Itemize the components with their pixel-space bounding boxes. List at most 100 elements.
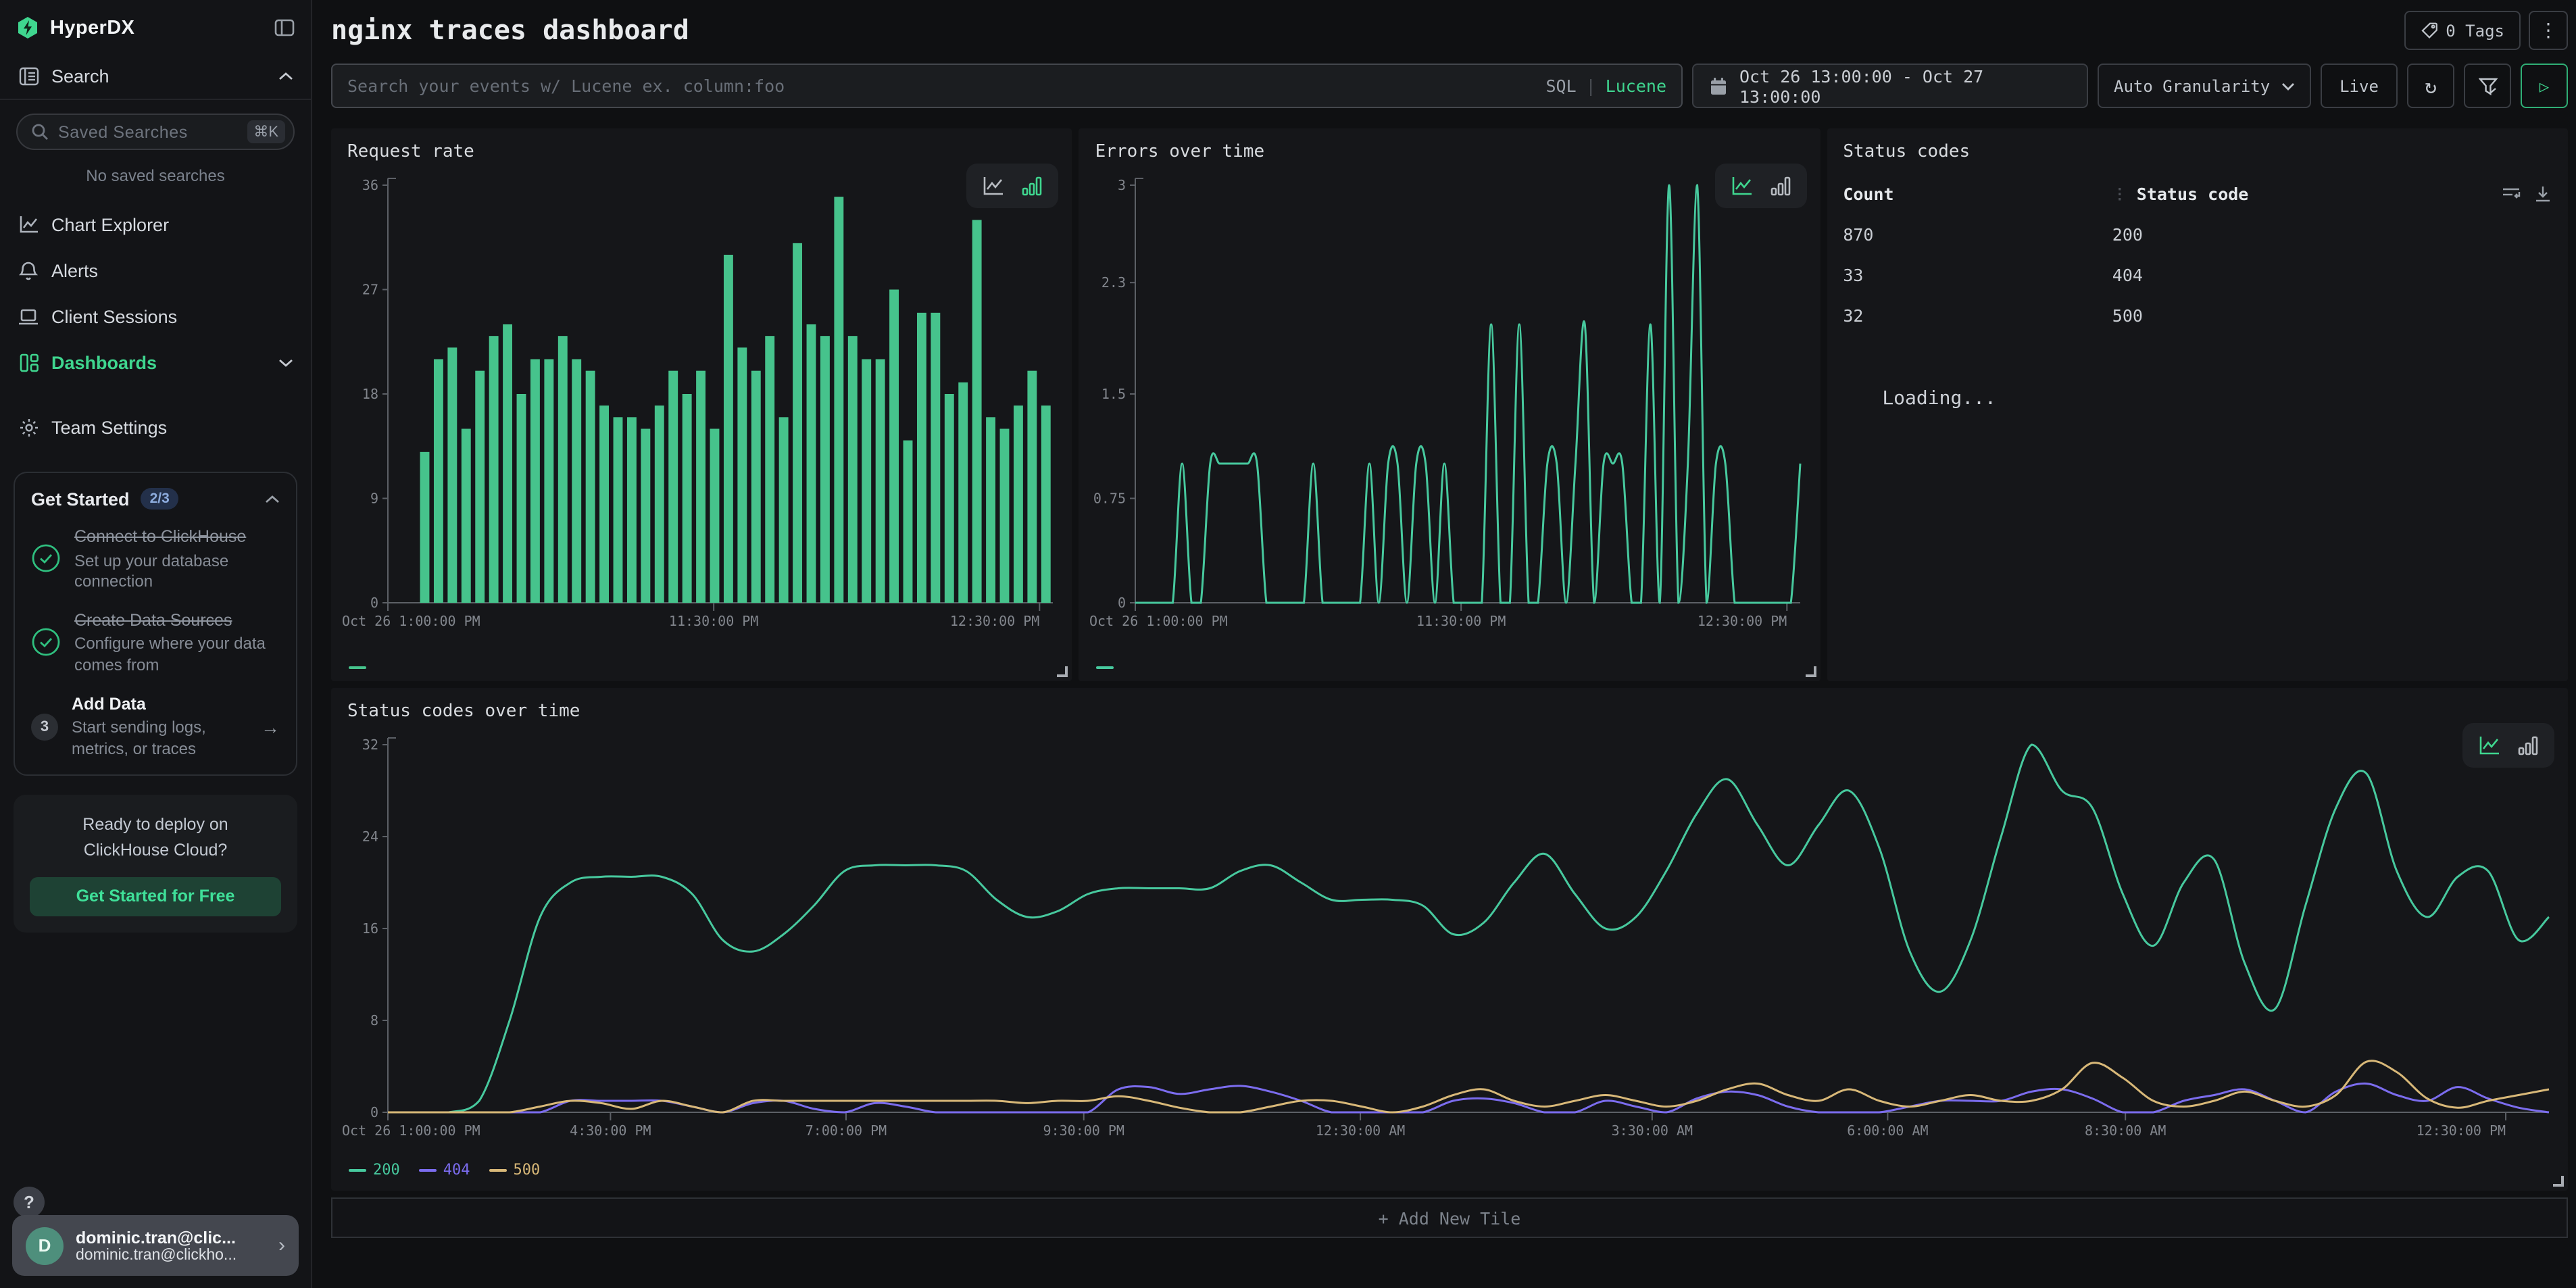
chart-legend (349, 666, 366, 669)
user-menu[interactable]: D dominic.tran@clic... dominic.tran@clic… (12, 1215, 299, 1276)
sidebar-item-team-settings[interactable]: Team Settings (0, 404, 311, 450)
get-started-step-1[interactable]: Connect to ClickHouse Set up your databa… (31, 527, 280, 593)
legend-swatch (1097, 666, 1114, 669)
refresh-button[interactable]: ↻ (2407, 64, 2454, 108)
sidebar: HyperDX Search Saved Searches ⌘K No (0, 0, 312, 1288)
svg-text:6:00:00 AM: 6:00:00 AM (1847, 1122, 1928, 1139)
sidebar-item-label: Dashboards (51, 352, 266, 372)
saved-searches-wrap: Saved Searches ⌘K (0, 100, 311, 153)
download-csv-icon[interactable] (2534, 185, 2552, 203)
step-number-badge: 3 (31, 714, 58, 741)
sidebar-item-chart-explorer[interactable]: Chart Explorer (0, 201, 311, 247)
saved-searches-input[interactable]: Saved Searches ⌘K (16, 114, 295, 150)
get-started-header[interactable]: Get Started 2/3 (31, 488, 280, 510)
help-button[interactable]: ? (14, 1187, 45, 1218)
status-codes-over-time-chart[interactable]: 08162432Oct 26 1:00:00 PM4:30:00 PM7:00:… (339, 731, 2557, 1142)
legend-item[interactable]: 500 (489, 1161, 541, 1179)
errors-over-time-chart[interactable]: 00.751.52.33Oct 26 1:00:00 PM11:30:00 PM… (1087, 172, 1810, 633)
collapse-sidebar-icon[interactable] (274, 19, 295, 36)
sidebar-item-client-sessions[interactable]: Client Sessions (0, 293, 311, 339)
step-desc: Start sending logs, metrics, or traces (72, 718, 247, 760)
svg-text:8: 8 (370, 1012, 378, 1029)
tile-title: Errors over time (1095, 142, 1804, 162)
step-desc: Set up your database connection (74, 551, 280, 593)
tags-button[interactable]: 0 Tags (2404, 11, 2521, 50)
column-drag-handle-icon[interactable]: ⋮ (2112, 185, 2126, 203)
chevron-up-icon (278, 71, 293, 80)
sidebar-item-label: Client Sessions (51, 306, 293, 326)
legend-item[interactable]: 404 (419, 1161, 470, 1179)
get-started-step-3[interactable]: 3 Add Data Start sending logs, metrics, … (31, 694, 280, 760)
chart-legend (1097, 666, 1114, 669)
bar-view-icon[interactable] (1022, 176, 1043, 196)
svg-text:12:30:00 PM: 12:30:00 PM (1698, 613, 1787, 629)
svg-text:9:30:00 PM: 9:30:00 PM (1043, 1122, 1124, 1139)
run-query-button[interactable]: ▷ (2521, 64, 2568, 108)
line-view-icon[interactable] (983, 176, 1005, 196)
event-search-input[interactable]: Search your events w/ Lucene ex. column:… (331, 64, 1683, 108)
sidebar-item-label: Chart Explorer (51, 214, 293, 234)
step-title: Create Data Sources (74, 611, 280, 632)
no-saved-searches-text: No saved searches (0, 153, 311, 201)
bar-view-icon[interactable] (2518, 735, 2538, 756)
svg-text:2.3: 2.3 (1102, 274, 1126, 291)
app-root: HyperDX Search Saved Searches ⌘K No (0, 0, 2576, 1288)
legend-item[interactable] (349, 666, 366, 669)
more-options-button[interactable]: ⋮ (2529, 11, 2568, 50)
wrap-rows-icon[interactable] (2502, 185, 2521, 203)
granularity-select[interactable]: Auto Granularity (2098, 64, 2311, 108)
line-view-icon[interactable] (2479, 735, 2500, 756)
sidebar-item-search[interactable]: Search (0, 53, 311, 100)
main-content: nginx traces dashboard 0 Tags ⋮ Search y… (312, 0, 2576, 1288)
sidebar-item-alerts[interactable]: Alerts (0, 247, 311, 293)
sidebar-item-dashboards[interactable]: Dashboards (0, 339, 311, 385)
get-started-title: Get Started (31, 489, 130, 509)
table-row[interactable]: 32 500 (1843, 305, 2552, 326)
table-row[interactable]: 33 404 (1843, 265, 2552, 285)
check-circle-icon (31, 626, 61, 660)
resize-handle[interactable] (2553, 1176, 2564, 1187)
chevron-right-icon: › (278, 1234, 285, 1257)
bar-view-icon[interactable] (1770, 176, 1790, 196)
tile-status-codes: Status codes Count ⋮ Status code (1827, 128, 2568, 681)
chevron-up-icon (265, 494, 280, 503)
svg-text:18: 18 (362, 386, 378, 402)
hyperdx-logo-icon (16, 16, 39, 39)
column-header-count[interactable]: Count (1843, 184, 2112, 204)
svg-text:4:30:00 PM: 4:30:00 PM (570, 1122, 651, 1139)
progress-badge: 2/3 (141, 488, 179, 510)
chart-view-toggle (1714, 164, 1806, 208)
cell-count: 33 (1843, 265, 2112, 285)
gear-icon (18, 416, 39, 438)
add-new-tile-button[interactable]: + Add New Tile (331, 1197, 2568, 1238)
chevron-down-icon (278, 357, 293, 367)
legend-item[interactable] (1097, 666, 1114, 669)
dashboard-row-1: Request rate 09182736Oct 26 1:00:00 PM11… (331, 128, 2568, 681)
table-row[interactable]: 870 200 (1843, 224, 2552, 245)
get-started-step-2[interactable]: Create Data Sources Configure where your… (31, 611, 280, 677)
legend-label: 404 (443, 1161, 470, 1179)
loading-indicator: Loading... (1882, 388, 2552, 410)
live-button[interactable]: Live (2321, 64, 2398, 108)
request-rate-chart[interactable]: 09182736Oct 26 1:00:00 PM11:30:00 PM12:3… (339, 172, 1062, 633)
svg-text:27: 27 (362, 282, 378, 298)
filter-button[interactable] (2464, 64, 2511, 108)
legend-swatch (419, 1168, 437, 1171)
legend-item[interactable]: 200 (349, 1161, 400, 1179)
line-view-icon[interactable] (1731, 176, 1752, 196)
table-header: Count ⋮ Status code (1843, 184, 2552, 204)
resize-handle[interactable] (1058, 666, 1068, 677)
date-range-picker[interactable]: Oct 26 13:00:00 - Oct 27 13:00:00 (1692, 64, 2088, 108)
chevron-down-icon (2281, 82, 2295, 90)
cell-status-code: 200 (2112, 224, 2143, 245)
chart-view-toggle (967, 164, 1059, 208)
get-started-free-button[interactable]: Get Started for Free (30, 876, 281, 916)
lucene-toggle[interactable]: Lucene (1606, 76, 1666, 96)
chart-legend: 200 404 500 (349, 1161, 540, 1179)
tile-errors-over-time: Errors over time 00.751.52.33Oct 26 1:00… (1079, 128, 1820, 681)
filter-icon (2478, 76, 2497, 95)
dashboards-icon (18, 351, 39, 373)
sql-toggle[interactable]: SQL (1545, 76, 1576, 96)
column-header-status-code[interactable]: Status code (2137, 184, 2249, 204)
resize-handle[interactable] (1805, 666, 1816, 677)
